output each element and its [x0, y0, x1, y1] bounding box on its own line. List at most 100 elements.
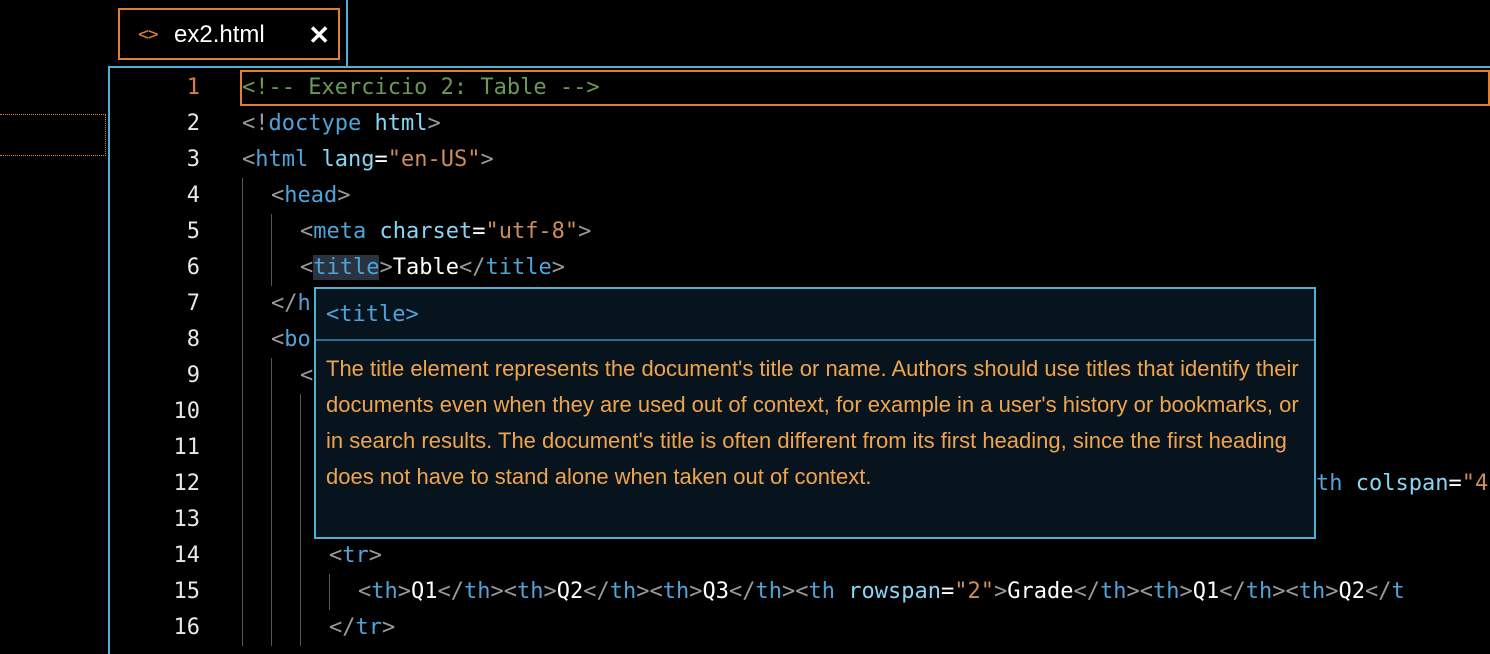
punct-token: >	[382, 615, 396, 640]
punct-token: >	[689, 579, 703, 604]
punct-token: >	[368, 543, 382, 568]
indent-guide	[242, 502, 271, 538]
indent-guide	[300, 574, 329, 610]
indent-guide	[271, 214, 300, 250]
indent-guide	[242, 358, 271, 394]
indent-guide	[242, 250, 271, 286]
punct-token: </	[437, 579, 465, 604]
attr-token: charset	[379, 219, 473, 244]
tag-token: h	[297, 291, 311, 316]
code-line-14[interactable]: <tr>	[242, 538, 1490, 574]
close-icon[interactable]: ✕	[308, 20, 330, 51]
punct-token: >	[578, 219, 592, 244]
punct-token: >	[379, 255, 393, 280]
tooltip-body: The title element represents the documen…	[326, 356, 1299, 489]
line-number: 14	[173, 543, 201, 568]
tab-ex2-html[interactable]: <> ex2.html ✕	[118, 8, 340, 60]
tag-token: th	[371, 579, 398, 604]
punct-token: ><	[490, 579, 518, 604]
punct-token: <	[271, 183, 285, 208]
punct-token: </	[1219, 579, 1246, 604]
punct-token: </	[329, 615, 356, 640]
tag-token: th	[1099, 579, 1127, 604]
string-token: "2"	[954, 579, 994, 604]
comment-token: <!-- Exercicio 2: Table -->	[242, 75, 600, 100]
line-number: 11	[173, 435, 201, 460]
line-number: 15	[173, 579, 201, 604]
code-line-3[interactable]: <html lang="en-US">	[242, 142, 1490, 178]
indent-guide	[242, 286, 271, 322]
punct-token: </	[1364, 579, 1392, 604]
punct-token: >	[1179, 579, 1193, 604]
code-line-4[interactable]: <head>	[242, 178, 1490, 214]
punct-token: ><	[1126, 579, 1153, 604]
indent-guide	[242, 466, 271, 502]
punct-token: </	[583, 579, 610, 604]
line-number: 6	[186, 255, 200, 280]
text-token: Q1	[411, 579, 438, 604]
tag-token: meta	[313, 219, 367, 244]
indent-guide	[242, 394, 271, 430]
line-number: 13	[173, 507, 201, 532]
text-token: Table	[392, 255, 459, 280]
indent-guide	[300, 610, 329, 646]
indent-guide	[271, 466, 300, 502]
tag-token: title	[485, 255, 552, 280]
keyword-token: doctype	[268, 111, 362, 136]
punct-token: </	[458, 255, 486, 280]
tab-bar: <> ex2.html ✕	[108, 0, 1490, 68]
indent-guide	[242, 322, 271, 358]
code-line-6[interactable]: <title>Table</title>	[242, 250, 1490, 286]
line-number: 3	[186, 147, 200, 172]
indent-guide	[242, 574, 271, 610]
string-token: "utf-8"	[485, 219, 579, 244]
tag-token: th	[1298, 579, 1326, 604]
punct-token: ><	[636, 579, 663, 604]
code-line-15[interactable]: <th>Q1</th><th>Q2</th><th>Q3</th><th row…	[242, 574, 1490, 610]
punct-token: <	[300, 219, 314, 244]
indent-guide	[271, 610, 300, 646]
indent-guide	[242, 214, 271, 250]
punct-token: >	[480, 147, 494, 172]
indent-guide	[271, 358, 300, 394]
punct-token: </	[729, 579, 756, 604]
line-number-gutter: 1 2 3 4 5 6 7 8 9 10 11 12 13 14 15 16	[110, 70, 201, 646]
indent-guide	[300, 538, 329, 574]
attr-token: lang	[321, 147, 375, 172]
tag-token: html	[255, 147, 309, 172]
code-line-12-tail: th colspan="4	[1316, 466, 1488, 502]
line-number: 8	[186, 327, 200, 352]
indent-guide	[329, 574, 358, 610]
left-panel	[0, 0, 108, 654]
indent-guide	[271, 250, 300, 286]
text-token: Q1	[1192, 579, 1220, 604]
tag-token: th	[464, 579, 491, 604]
line-number: 10	[173, 399, 201, 424]
hover-tooltip: <title> The title element represents the…	[314, 287, 1316, 539]
punct-token: =	[1448, 471, 1462, 496]
punct-token: <	[329, 543, 343, 568]
punct-token: <	[358, 579, 372, 604]
code-line-16[interactable]: </tr>	[242, 610, 1490, 646]
text-token: Q2	[556, 579, 584, 604]
punct-token: =	[472, 219, 486, 244]
indent-guide	[242, 610, 271, 646]
tag-token: head	[284, 183, 338, 208]
punct-token: <!	[242, 111, 269, 136]
tag-token: th	[1245, 579, 1273, 604]
tab-label: ex2.html	[174, 21, 265, 48]
code-line-5[interactable]: <meta charset="utf-8">	[242, 214, 1490, 250]
tab-separator	[346, 0, 348, 68]
indent-guide	[271, 502, 300, 538]
tag-token: th	[517, 579, 544, 604]
punct-token: </	[271, 291, 298, 316]
text-token: Q2	[1338, 579, 1365, 604]
tag-token: th	[662, 579, 690, 604]
code-line-2[interactable]: <!doctype html>	[242, 106, 1490, 142]
punct-token: <	[300, 363, 314, 388]
tag-token: tr	[342, 543, 369, 568]
code-line-1[interactable]: <!-- Exercicio 2: Table -->	[240, 70, 1490, 106]
